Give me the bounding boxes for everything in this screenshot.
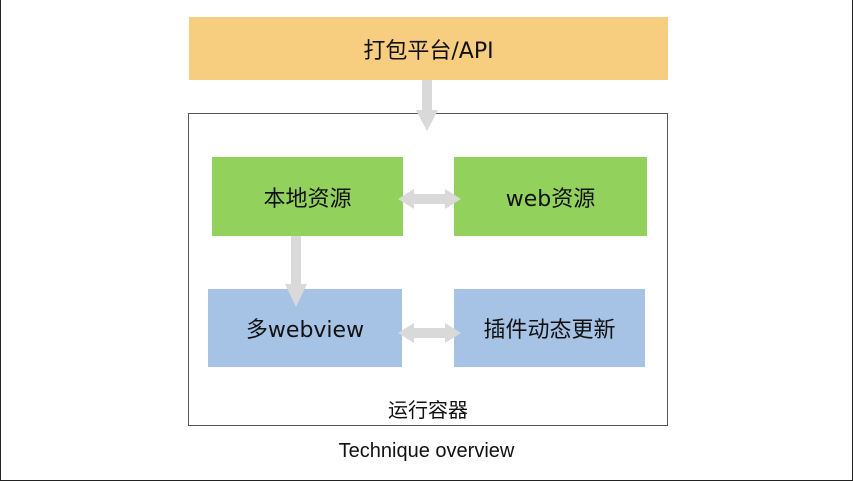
arrow-bidirectional-upper <box>398 189 461 209</box>
arrows-layer <box>285 80 461 343</box>
arrow-down-top <box>416 80 438 131</box>
arrow-down-left <box>285 236 307 307</box>
arrow-bidirectional-lower <box>398 323 461 343</box>
caption: Technique overview <box>338 440 515 462</box>
